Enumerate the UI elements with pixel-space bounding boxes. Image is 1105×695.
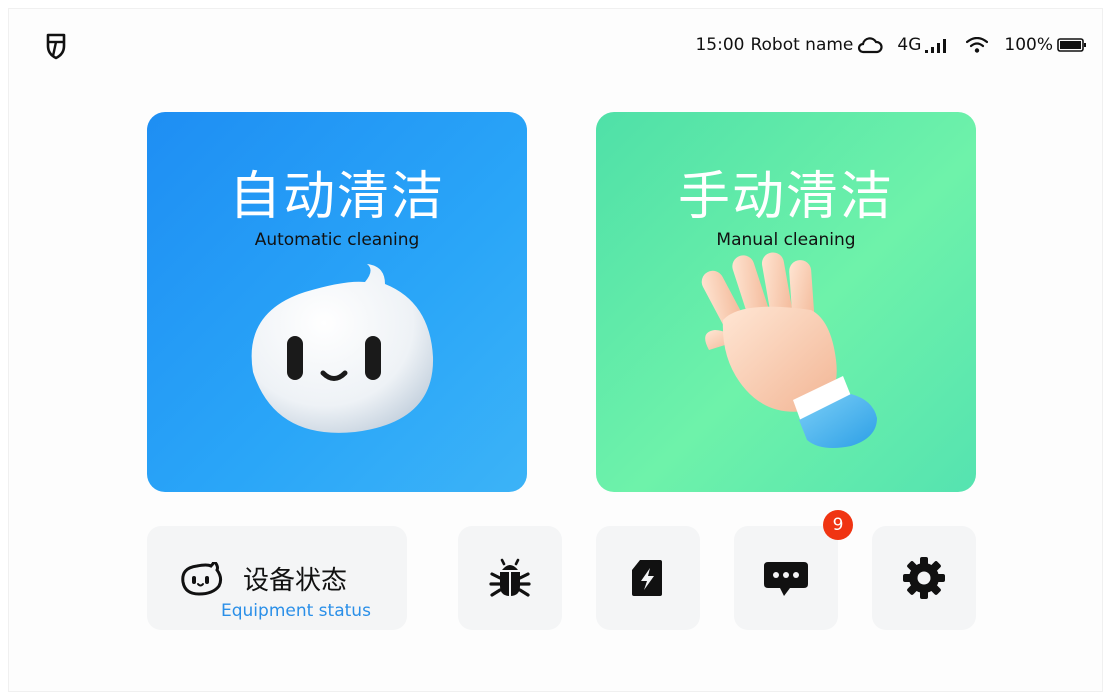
equipment-status-subtitle: Equipment status — [221, 601, 371, 621]
wifi-icon — [966, 37, 989, 53]
status-robot-name[interactable]: Robot name — [750, 35, 853, 55]
charge-icon — [632, 560, 662, 596]
network-type: 4G — [897, 35, 922, 55]
hand-icon — [701, 252, 877, 448]
cloud-icon — [858, 37, 883, 54]
auto-cleaning-subtitle: Automatic cleaning — [254, 230, 420, 250]
bug-icon — [489, 558, 531, 597]
signal-icon — [925, 39, 947, 53]
settings-button[interactable] — [872, 526, 976, 630]
battery-percent: 100% — [1004, 35, 1053, 55]
logo-icon — [46, 33, 66, 60]
messages-button[interactable] — [734, 526, 838, 630]
debug-button[interactable] — [458, 526, 562, 630]
message-icon — [764, 562, 808, 596]
auto-cleaning-card[interactable]: 自动清洁 Automatic cleaning — [147, 112, 527, 492]
robot-face-icon — [251, 264, 434, 433]
auto-cleaning-title: 自动清洁 — [228, 167, 445, 227]
charge-button[interactable] — [596, 526, 700, 630]
manual-cleaning-title: 手动清洁 — [677, 167, 894, 227]
battery-icon — [1057, 38, 1086, 52]
message-count-badge: 9 — [823, 510, 853, 540]
status-time: 15:00 — [695, 35, 745, 55]
equipment-status-title: 设备状态 — [243, 566, 348, 596]
robot-status-icon — [181, 562, 223, 596]
status-bar: 15:00 Robot name 4G 100% — [695, 33, 1087, 57]
gear-icon — [903, 557, 945, 599]
manual-cleaning-card[interactable]: 手动清洁 Manual cleaning — [596, 112, 976, 492]
equipment-status-button[interactable]: 设备状态 Equipment status — [147, 526, 407, 630]
manual-cleaning-subtitle: Manual cleaning — [716, 230, 856, 250]
